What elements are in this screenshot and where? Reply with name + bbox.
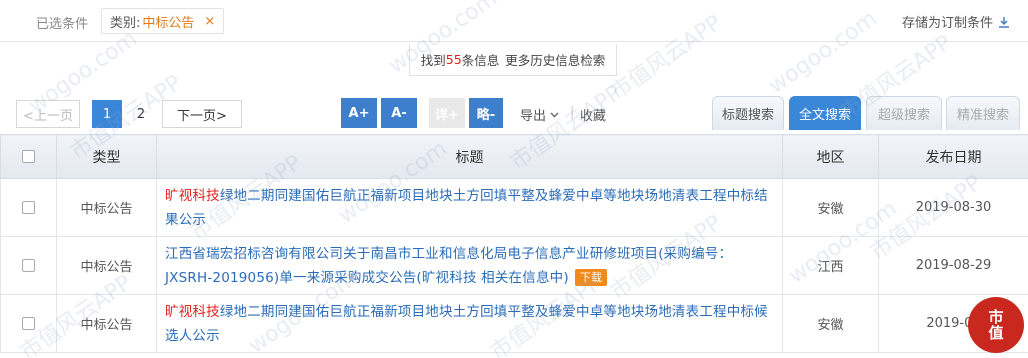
- table-row: 中标公告 旷视科技绿地二期同建国佑巨航正福新项目地块土方回填平整及蜂爱中卓等地块…: [0, 178, 1028, 237]
- prev-page-button[interactable]: <上一页: [16, 100, 80, 128]
- row-title-link[interactable]: 旷视科技绿地二期同建国佑巨航正福新项目地块土方回填平整及蜂爱中卓等地块场地清表工…: [156, 178, 783, 237]
- tab-super-search[interactable]: 超级搜索: [866, 96, 942, 130]
- table-row: 中标公告 江西省瑞宏招标咨询有限公司关于南昌市工业和信息化局电子信息产业研修班项…: [0, 236, 1028, 295]
- results-table: 类型 标题 地区 发布日期 中标公告 旷视科技绿地二期同建国佑巨航正福新项目地块…: [0, 134, 1028, 353]
- page-1-button[interactable]: 1: [92, 100, 122, 128]
- row-region: 安徽: [782, 294, 879, 353]
- logo: 市 值: [968, 297, 1024, 353]
- tab-precise-search[interactable]: 精准搜索: [946, 96, 1020, 130]
- result-summary: 找到 55 条信息 更多历史信息检索: [409, 44, 617, 76]
- filter-bar: 已选条件 类别: 中标公告 × 存储为订制条件: [0, 0, 1028, 42]
- download-badge[interactable]: 下载: [574, 269, 608, 286]
- row-title-link[interactable]: 旷视科技绿地二期同建国佑巨航正福新项目地块土方回填平整及蜂爱中卓等地块场地清表工…: [156, 294, 783, 353]
- row-region: 安徽: [782, 178, 879, 237]
- select-all-checkbox[interactable]: [22, 150, 35, 163]
- filter-tag-value: 中标公告: [142, 15, 195, 31]
- row-date: 2019-08-30: [878, 178, 1028, 237]
- toolbar: <上一页 1 2 下一页> A+ A- 详+ 略- 导出 | 收藏 标题搜索 全…: [0, 96, 1028, 132]
- row-title-link[interactable]: 江西省瑞宏招标咨询有限公司关于南昌市工业和信息化局电子信息产业研修班项目(采购编…: [156, 236, 783, 295]
- row-checkbox[interactable]: [22, 259, 35, 272]
- result-prefix: 找到: [420, 53, 446, 68]
- chevron-down-icon: [550, 112, 559, 117]
- select-all-cell: [0, 134, 57, 179]
- title-text: 绿地二期同建国佑巨航正福新项目地块土方回填平整及蜂爱中卓等地块场地清表工程中标结…: [165, 187, 768, 228]
- row-checkbox[interactable]: [22, 317, 35, 330]
- row-select-cell: [0, 236, 57, 295]
- row-type: 中标公告: [56, 178, 157, 237]
- save-condition-button[interactable]: 存储为订制条件: [902, 12, 1010, 31]
- favorite-button[interactable]: 收藏: [580, 105, 606, 124]
- export-button[interactable]: 导出: [520, 105, 559, 124]
- detail-view-button[interactable]: 详+: [429, 98, 465, 128]
- table-row: 中标公告 旷视科技绿地二期同建国佑巨航正福新项目地块土方回填平整及蜂爱中卓等地块…: [0, 294, 1028, 353]
- header-title: 标题: [156, 134, 783, 179]
- font-decrease-button[interactable]: A-: [381, 98, 417, 128]
- brief-view-button[interactable]: 略-: [469, 98, 503, 128]
- row-checkbox[interactable]: [22, 201, 35, 214]
- header-date: 发布日期: [878, 134, 1028, 179]
- title-highlight: 旷视科技: [165, 303, 220, 320]
- download-icon: [999, 16, 1009, 28]
- toolbar-divider: |: [570, 105, 575, 120]
- title-text: 绿地二期同建国佑巨航正福新项目地块土方回填平整及蜂爱中卓等地块场地清表工程中标候…: [165, 303, 768, 344]
- result-count: 55: [445, 52, 462, 67]
- row-type: 中标公告: [56, 236, 157, 295]
- page-2-button[interactable]: 2: [128, 100, 154, 128]
- row-select-cell: [0, 294, 57, 353]
- filter-tag-key: 类别:: [110, 15, 141, 31]
- header-type: 类型: [56, 134, 157, 179]
- row-region: 江西: [782, 236, 879, 295]
- next-page-button[interactable]: 下一页>: [162, 100, 242, 128]
- title-highlight: 旷视科技: [165, 187, 220, 204]
- header-region: 地区: [782, 134, 879, 179]
- logo-text-bottom: 值: [988, 324, 1004, 342]
- remove-filter-icon[interactable]: ×: [204, 14, 215, 29]
- filter-tag: 类别: 中标公告 ×: [101, 8, 225, 34]
- history-search-link[interactable]: 更多历史信息检索: [505, 50, 605, 69]
- table-header-row: 类型 标题 地区 发布日期: [0, 134, 1028, 179]
- title-text: 江西省瑞宏招标咨询有限公司关于南昌市工业和信息化局电子信息产业研修班项目(采购编…: [165, 245, 733, 286]
- font-increase-button[interactable]: A+: [341, 98, 377, 128]
- tab-fulltext-search[interactable]: 全文搜索: [789, 96, 861, 130]
- filter-label: 已选条件: [36, 17, 89, 32]
- result-suffix: 条信息: [461, 53, 500, 68]
- tab-title-search[interactable]: 标题搜索: [712, 96, 784, 130]
- row-date: 2019-08-29: [878, 236, 1028, 295]
- row-type: 中标公告: [56, 294, 157, 353]
- row-select-cell: [0, 178, 57, 237]
- save-condition-label: 存储为订制条件: [901, 16, 993, 31]
- logo-text-top: 市: [988, 308, 1004, 326]
- export-label: 导出: [520, 109, 547, 124]
